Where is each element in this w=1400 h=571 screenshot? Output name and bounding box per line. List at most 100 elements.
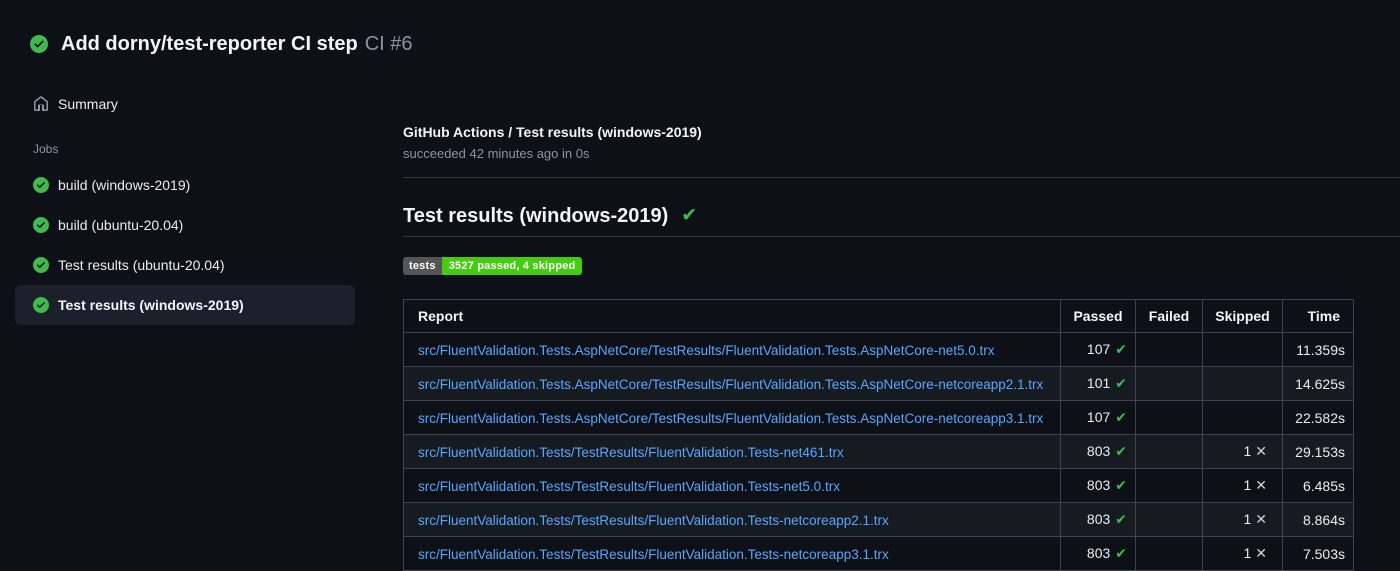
run-header: Add dorny/test-reporter CI step CI #6 — [0, 0, 1400, 58]
passed-check-icon: ✔ — [1115, 375, 1127, 391]
passed-check-icon: ✔ — [1115, 545, 1127, 561]
success-check-icon: ✔ — [681, 205, 698, 226]
passed-cell-value: 803 — [1086, 443, 1111, 459]
report-link[interactable]: src/FluentValidation.Tests/TestResults/F… — [418, 547, 889, 562]
run-number: CI #6 — [364, 33, 413, 55]
skipped-cell: 1 ✕ — [1202, 468, 1283, 503]
summary-label: Summary — [58, 96, 118, 112]
report-cell: src/FluentValidation.Tests.AspNetCore/Te… — [403, 400, 1061, 435]
check-circle-icon — [33, 177, 49, 193]
passed-cell-value: 101 — [1086, 375, 1111, 391]
time-cell-value: 11.359s — [1296, 341, 1345, 358]
skipped-cell-value: 1 — [1243, 443, 1252, 459]
section-title-row: Test results (windows-2019) ✔ — [403, 204, 1400, 228]
report-link[interactable]: src/FluentValidation.Tests.AspNetCore/Te… — [418, 411, 1043, 426]
column-header-skipped: Skipped — [1202, 299, 1283, 333]
time-cell: 11.359s — [1282, 332, 1354, 367]
report-cell: src/FluentValidation.Tests.AspNetCore/Te… — [403, 332, 1061, 367]
failed-cell — [1135, 332, 1203, 367]
sidebar-item-summary[interactable]: Summary — [33, 94, 390, 114]
skipped-x-icon: ✕ — [1255, 511, 1267, 527]
passed-cell-value: 803 — [1086, 511, 1111, 527]
passed-cell: 803 ✔ — [1060, 536, 1136, 571]
column-header-passed: Passed — [1060, 299, 1136, 333]
column-header-failed: Failed — [1135, 299, 1203, 333]
job-header-title: GitHub Actions / Test results (windows-2… — [403, 124, 702, 140]
table-header-row: Report Passed Failed Skipped Time — [403, 299, 1354, 333]
passed-cell-value: 107 — [1086, 341, 1111, 357]
skipped-cell — [1202, 400, 1283, 435]
badge-value: 3527 passed, 4 skipped — [441, 257, 583, 275]
skipped-cell: 1 ✕ — [1202, 434, 1283, 469]
sidebar-item-job-build-ubuntu[interactable]: build (ubuntu-20.04) — [15, 205, 355, 245]
failed-cell — [1135, 468, 1203, 503]
time-cell: 22.582s — [1282, 400, 1354, 435]
passed-cell: 107 ✔ — [1060, 400, 1136, 435]
job-label: Test results (ubuntu-20.04) — [58, 257, 225, 273]
results-table-body: src/FluentValidation.Tests.AspNetCore/Te… — [403, 332, 1354, 571]
time-cell-value: 14.625s — [1295, 375, 1345, 392]
check-circle-icon — [33, 257, 49, 273]
job-label: build (ubuntu-20.04) — [58, 217, 184, 233]
home-icon — [33, 96, 49, 112]
table-row: src/FluentValidation.Tests/TestResults/F… — [403, 502, 1354, 537]
report-link[interactable]: src/FluentValidation.Tests/TestResults/F… — [418, 513, 889, 528]
skipped-cell-value: 1 — [1243, 545, 1252, 561]
table-row: src/FluentValidation.Tests/TestResults/F… — [403, 468, 1354, 503]
skipped-cell: 1 ✕ — [1202, 502, 1283, 537]
sidebar: Summary Jobs build (windows-2019) build … — [0, 58, 390, 325]
failed-cell — [1135, 366, 1203, 401]
table-row: src/FluentValidation.Tests.AspNetCore/Te… — [403, 332, 1354, 367]
test-results-table: Report Passed Failed Skipped Time src/Fl… — [403, 299, 1354, 571]
report-cell: src/FluentValidation.Tests/TestResults/F… — [403, 502, 1061, 537]
main-content: GitHub Actions / Test results (windows-2… — [390, 58, 1400, 571]
table-row: src/FluentValidation.Tests.AspNetCore/Te… — [403, 400, 1354, 435]
failed-cell — [1135, 502, 1203, 537]
passed-cell: 803 ✔ — [1060, 468, 1136, 503]
skipped-cell-value: 1 — [1243, 511, 1252, 527]
job-status-line: succeeded 42 minutes ago in 0s — [403, 146, 590, 161]
divider — [403, 236, 1400, 237]
sidebar-item-job-testresults-ubuntu[interactable]: Test results (ubuntu-20.04) — [15, 245, 355, 285]
report-link[interactable]: src/FluentValidation.Tests/TestResults/F… — [418, 479, 840, 494]
time-cell: 6.485s — [1282, 468, 1354, 503]
tests-badge: tests 3527 passed, 4 skipped — [403, 257, 583, 275]
skipped-x-icon: ✕ — [1255, 443, 1267, 459]
report-link[interactable]: src/FluentValidation.Tests/TestResults/F… — [418, 445, 844, 460]
report-link[interactable]: src/FluentValidation.Tests.AspNetCore/Te… — [418, 377, 1043, 392]
passed-check-icon: ✔ — [1115, 443, 1127, 459]
job-label: build (windows-2019) — [58, 177, 191, 193]
passed-check-icon: ✔ — [1115, 477, 1127, 493]
section-title: Test results (windows-2019) — [403, 205, 669, 227]
skipped-x-icon: ✕ — [1255, 545, 1267, 561]
time-cell-value: 22.582s — [1295, 409, 1345, 426]
passed-check-icon: ✔ — [1115, 511, 1127, 527]
time-cell: 8.864s — [1282, 502, 1354, 537]
time-cell: 7.503s — [1282, 536, 1354, 571]
report-cell: src/FluentValidation.Tests.AspNetCore/Te… — [403, 366, 1061, 401]
failed-cell — [1135, 536, 1203, 571]
sidebar-item-job-testresults-windows[interactable]: Test results (windows-2019) — [15, 285, 355, 325]
skipped-cell — [1202, 332, 1283, 367]
report-cell: src/FluentValidation.Tests/TestResults/F… — [403, 468, 1061, 503]
table-row: src/FluentValidation.Tests/TestResults/F… — [403, 536, 1354, 571]
failed-cell — [1135, 400, 1203, 435]
passed-cell-value: 803 — [1086, 545, 1111, 561]
time-cell-value: 8.864s — [1302, 511, 1345, 528]
passed-cell: 803 ✔ — [1060, 502, 1136, 537]
column-header-time: Time — [1282, 299, 1354, 333]
passed-check-icon: ✔ — [1115, 341, 1127, 357]
time-cell-value: 29.153s — [1295, 443, 1345, 460]
check-circle-icon — [30, 35, 48, 53]
report-link[interactable]: src/FluentValidation.Tests.AspNetCore/Te… — [418, 343, 995, 358]
time-cell-value: 7.503s — [1302, 545, 1345, 562]
job-label: Test results (windows-2019) — [58, 297, 244, 313]
time-cell: 29.153s — [1282, 434, 1354, 469]
table-row: src/FluentValidation.Tests.AspNetCore/Te… — [403, 366, 1354, 401]
check-circle-icon — [33, 297, 49, 313]
time-cell: 14.625s — [1282, 366, 1354, 401]
passed-cell: 803 ✔ — [1060, 434, 1136, 469]
passed-cell-value: 107 — [1086, 409, 1111, 425]
sidebar-item-job-build-windows[interactable]: build (windows-2019) — [15, 165, 355, 205]
failed-cell — [1135, 434, 1203, 469]
